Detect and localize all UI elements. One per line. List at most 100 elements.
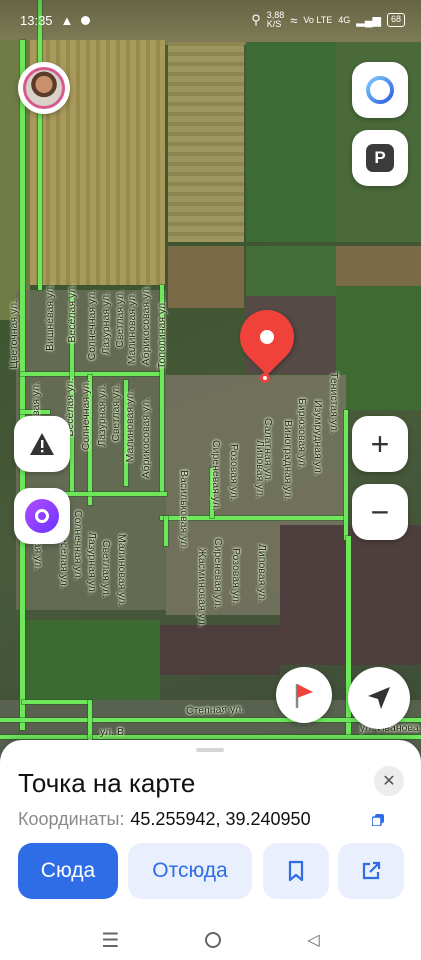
road	[344, 410, 348, 540]
alice-icon	[25, 499, 59, 533]
warning-triangle-icon	[30, 433, 54, 455]
network-speed: 3,88 K/S	[266, 10, 285, 29]
road-events-button[interactable]	[14, 416, 70, 472]
share-button[interactable]	[338, 843, 404, 899]
street-label: Виноградная ул.	[282, 420, 294, 501]
street-label: Тенистая ул.	[328, 372, 340, 434]
street-label: Изумрудная ул.	[312, 400, 324, 476]
share-icon	[362, 861, 381, 880]
home-icon[interactable]	[205, 932, 222, 948]
field	[336, 246, 421, 286]
street-label: Розовая ул.	[228, 444, 240, 501]
road	[88, 700, 92, 740]
compass-button[interactable]	[276, 667, 332, 723]
alice-assistant-button[interactable]	[352, 62, 408, 118]
back-icon[interactable]: ◁	[307, 930, 319, 950]
coordinates-label: Координаты:	[18, 809, 125, 829]
map-pin-point-icon	[260, 373, 270, 383]
field	[168, 246, 244, 308]
alice-ring-icon	[366, 76, 394, 104]
street-label: Цветочная ул.	[8, 300, 20, 369]
field	[168, 42, 244, 242]
status-right-icons: ⚲ 3,88 K/S ≈ Vo LTE 4G ▂▄▆ 68	[251, 11, 405, 29]
coordinates-row: Координаты: 45.255942, 39.240950	[18, 809, 311, 830]
street-label: Салатная ул.	[262, 418, 274, 483]
road	[0, 735, 421, 739]
compass-icon	[295, 684, 313, 708]
street-label: Лазурная ул.	[100, 292, 112, 355]
street-label: Бирюзовая ул.	[296, 398, 308, 469]
sheet-grabber[interactable]	[196, 748, 224, 752]
location-icon: ⚲	[251, 12, 261, 27]
street-label: Степная ул.	[185, 702, 245, 718]
street-label: Солнечная ул.	[72, 510, 84, 581]
field	[336, 286, 421, 410]
wifi-icon: ≈	[290, 12, 298, 28]
street-label: Лазурная ул.	[96, 384, 108, 447]
network-type: Vo LTE	[303, 15, 333, 25]
street-label: Лазурная ул.	[86, 532, 98, 595]
street-label: Светлая ул.	[100, 540, 112, 598]
parking-icon: P	[366, 144, 394, 172]
street-label: Васильковая ул.	[178, 470, 190, 551]
navigation-arrow-icon	[368, 687, 390, 709]
notification-dot-icon	[81, 15, 91, 25]
field	[20, 620, 160, 700]
street-label: Тополиная ул.	[156, 300, 168, 370]
battery-indicator: 68	[386, 13, 405, 27]
bookmark-icon	[288, 860, 304, 882]
status-left-icons: ▲	[61, 13, 91, 28]
signal-icon: ▂▄▆	[356, 14, 381, 27]
parking-button[interactable]: P	[352, 130, 408, 186]
street-label: Малиновая ул.	[124, 390, 136, 463]
field	[160, 625, 280, 675]
minus-icon: −	[370, 494, 390, 530]
street-label: Солнечная ул.	[86, 290, 98, 361]
street-label: Вишнёвая ул.	[44, 284, 56, 351]
network-gen: 4G	[338, 15, 351, 25]
zoom-in-button[interactable]: +	[352, 416, 408, 472]
route-here-button[interactable]: Сюда	[18, 843, 118, 899]
street-label: Липовая ул.	[256, 544, 268, 603]
street-label: Сиреневая ул.	[212, 538, 224, 609]
street-label: Сиреневая ул.	[210, 440, 222, 511]
road	[20, 40, 25, 730]
street-label: Абрикосовая ул.	[140, 285, 152, 366]
field	[246, 246, 336, 298]
street-label: Солнечная ул.	[80, 380, 92, 451]
avatar	[23, 67, 65, 109]
route-from-button[interactable]: Отсюда	[128, 843, 252, 899]
street-label: ул. В	[100, 726, 124, 738]
street-label: Весёлая ул.	[66, 284, 78, 343]
field	[246, 42, 336, 242]
warning-icon: ▲	[60, 12, 74, 28]
profile-button[interactable]	[18, 62, 70, 114]
place-card: Точка на карте ✕ Координаты: 45.255942, 3…	[0, 740, 421, 960]
copy-icon[interactable]	[372, 814, 384, 826]
system-nav-bar: ☰ ◁	[0, 920, 421, 960]
plus-icon: +	[370, 426, 390, 462]
street-label: Светлая ул.	[110, 384, 122, 442]
street-label: Жасминовая ул.	[196, 548, 208, 628]
street-label: Розовая ул.	[230, 548, 242, 605]
close-button[interactable]: ✕	[374, 766, 404, 796]
street-label: Малиновая ул.	[116, 534, 128, 607]
street-label: Светлая ул.	[114, 290, 126, 348]
road	[20, 372, 164, 376]
road	[164, 516, 168, 546]
status-bar: 13:35 ▲ ⚲ 3,88 K/S ≈ Vo LTE 4G ▂▄▆ 68	[0, 0, 421, 40]
close-icon: ✕	[382, 773, 396, 790]
road	[22, 700, 92, 704]
coordinates-value[interactable]: 45.255942, 39.240950	[130, 809, 310, 829]
status-time: 13:35	[20, 12, 53, 28]
place-title: Точка на карте	[18, 768, 196, 798]
street-label: Малиновая ул.	[126, 292, 138, 365]
alice-voice-button[interactable]	[14, 488, 70, 544]
my-location-button[interactable]	[348, 667, 410, 729]
zoom-out-button[interactable]: −	[352, 484, 408, 540]
bookmark-button[interactable]	[263, 843, 329, 899]
street-label: Абрикосовая ул.	[140, 398, 152, 479]
map-view[interactable]: Цветочная ул. Вишнёвая ул. Весёлая ул. С…	[0, 0, 421, 790]
menu-icon[interactable]: ☰	[101, 928, 119, 953]
road	[38, 0, 42, 290]
